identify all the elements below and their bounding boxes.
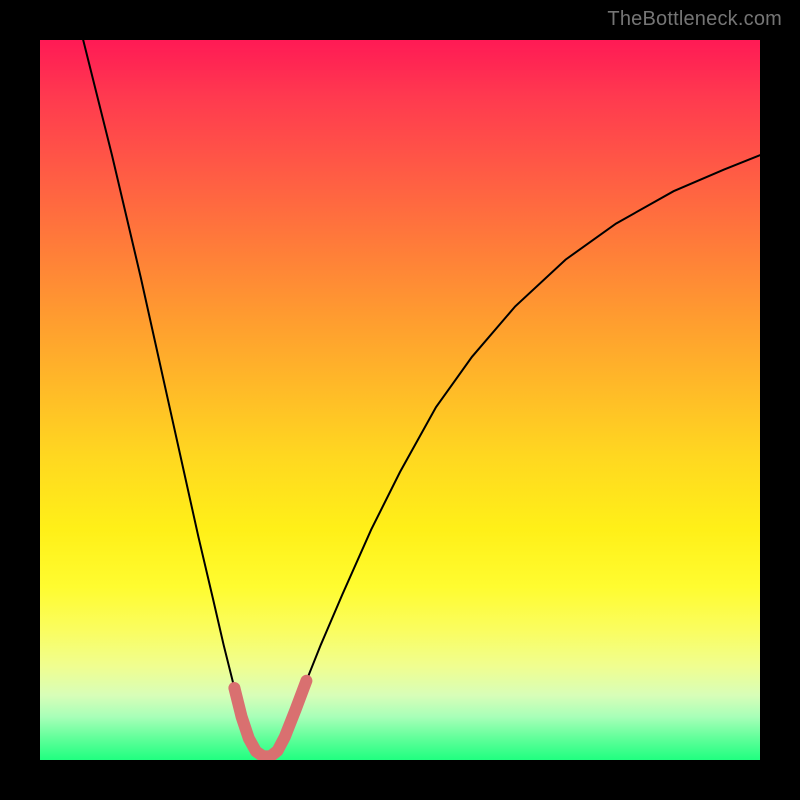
highlight-segment [234,681,306,757]
chart-frame: TheBottleneck.com [0,0,800,800]
watermark-text: TheBottleneck.com [607,8,782,31]
bottleneck-curve [83,40,760,756]
bottleneck-curve-svg [40,40,760,760]
plot-area [40,40,760,760]
